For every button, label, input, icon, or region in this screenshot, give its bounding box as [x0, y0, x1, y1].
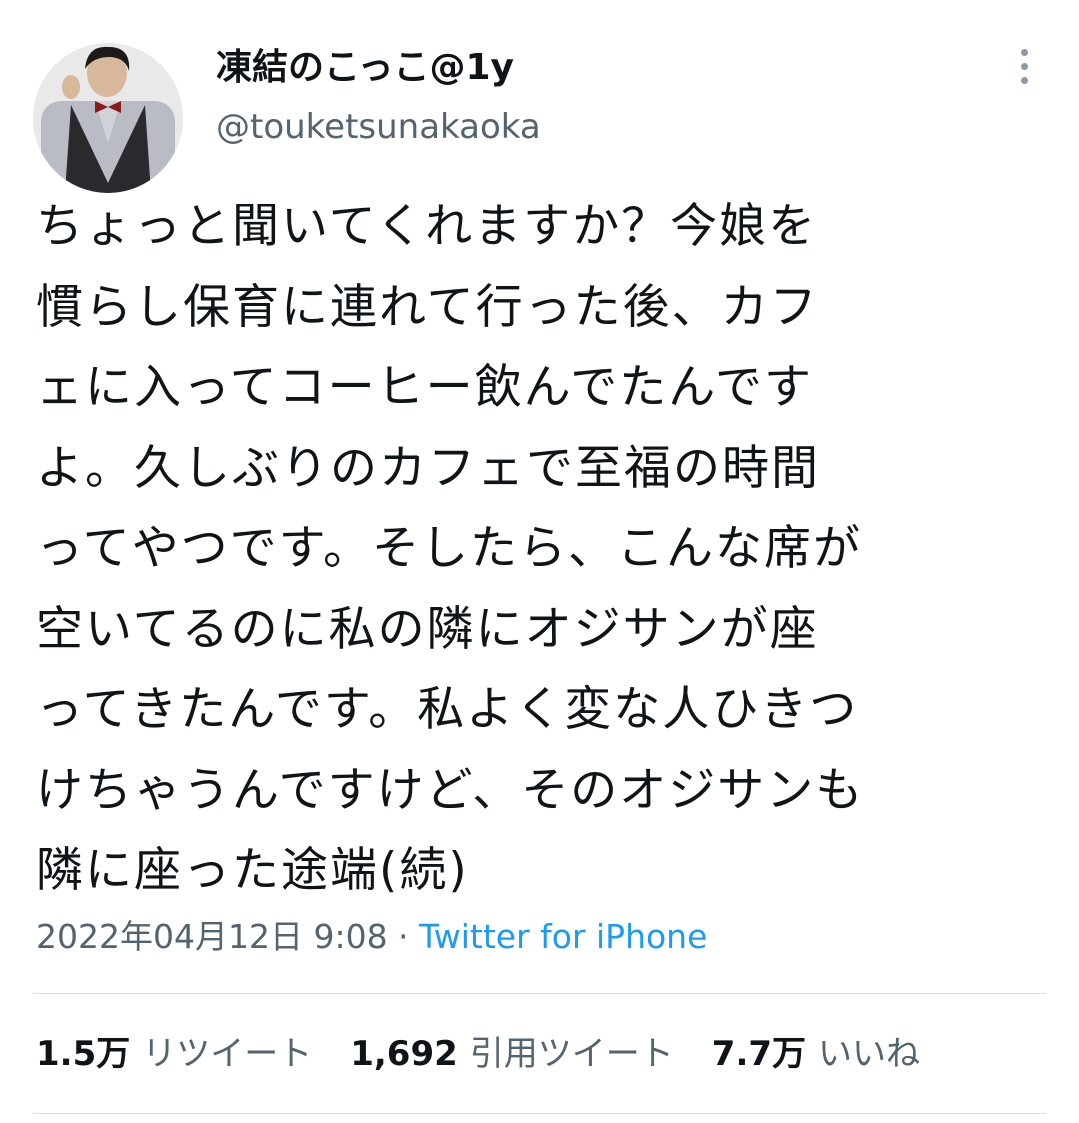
- tweet-text-line: よ。久しぶりのカフェで至福の時間: [36, 440, 820, 496]
- tweet-meta: 2022年04月12日 9:08 · Twitter for iPhone: [36, 914, 707, 960]
- tweet-text: ちょっと聞いてくれますか？今娘を 慣らし保育に連れて行った後、カフ ェに入ってコ…: [36, 187, 1051, 912]
- more-dot: [1020, 48, 1028, 56]
- meta-separator: ·: [387, 917, 420, 956]
- likes-stat[interactable]: 7.7万 いいね: [712, 1031, 920, 1077]
- likes-label: いいね: [818, 1034, 921, 1074]
- tweet-stats: 1.5万 リツイート 1,692 引用ツイート 7.7万 いいね: [36, 1031, 920, 1077]
- quote-tweets-count: 1,692: [350, 1034, 458, 1074]
- more-dot: [1020, 76, 1028, 84]
- tweet-text-line: 空いてるのに私の隣にオジサンが座: [36, 601, 819, 657]
- avatar[interactable]: [33, 43, 183, 193]
- tweet-text-line: 慣らし保育に連れて行った後、カフ: [36, 279, 819, 335]
- tweet-text-line: 隣に座った途端(続): [36, 843, 469, 898]
- divider: [33, 993, 1046, 994]
- quote-tweets-stat[interactable]: 1,692 引用ツイート: [350, 1031, 674, 1077]
- retweets-label: リツイート: [142, 1034, 313, 1074]
- person-photo-avatar-icon: [33, 43, 183, 193]
- divider: [33, 1113, 1046, 1114]
- tweet-text-line: ってやつです。そしたら、こんな席が: [36, 521, 862, 576]
- tweet-source-link[interactable]: Twitter for iPhone: [419, 917, 707, 956]
- user-handle[interactable]: @touketsunakaoka: [216, 104, 541, 150]
- quote-tweets-label: 引用ツイート: [469, 1034, 674, 1074]
- display-name[interactable]: 凍結のこっこ@1y: [216, 44, 514, 92]
- tweet-text-line: けちゃうんですけど、そのオジサンも: [36, 762, 865, 818]
- retweets-count: 1.5万: [36, 1034, 131, 1074]
- tweet-timestamp[interactable]: 2022年04月12日 9:08: [36, 917, 388, 956]
- more-dot: [1020, 62, 1028, 70]
- likes-count: 7.7万: [711, 1034, 807, 1074]
- more-options-icon[interactable]: [1006, 44, 1042, 88]
- tweet-text-line: ェに入ってコーヒー飲んでたんです: [36, 360, 813, 415]
- tweet-text-line: ちょっと聞いてくれますか？今娘を: [36, 199, 818, 254]
- retweets-stat[interactable]: 1.5万 リツイート: [36, 1031, 312, 1077]
- tweet-text-line: ってきたんです。私よく変な人ひきつ: [36, 682, 859, 737]
